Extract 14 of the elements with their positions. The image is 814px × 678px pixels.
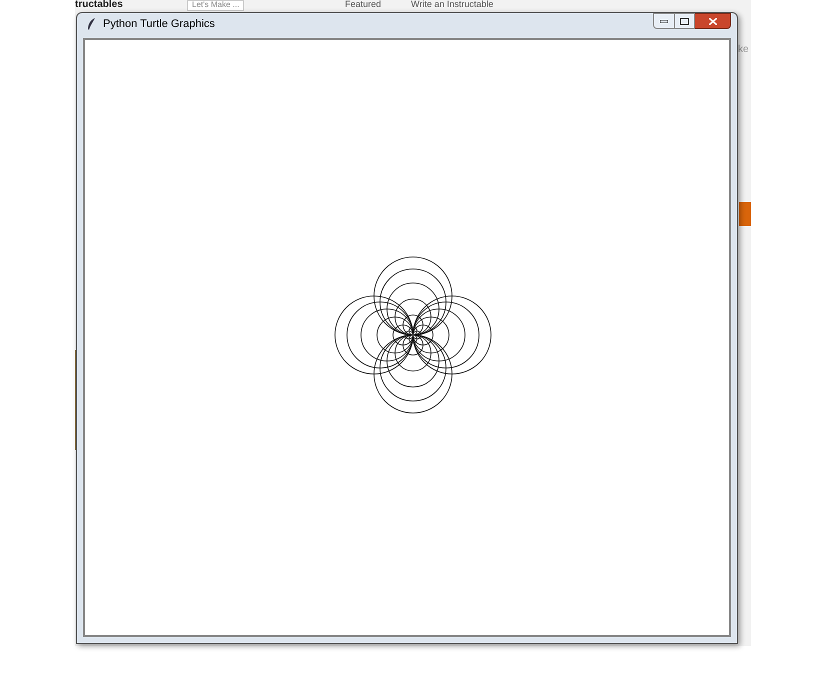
nav-link[interactable]: Featured [345,0,382,9]
maximize-icon [680,18,689,24]
close-button[interactable] [695,13,731,29]
site-logo: tructables [75,0,123,10]
maximize-button[interactable] [675,13,695,29]
button-edge [739,202,751,226]
nav-link[interactable]: Write an Instructable [411,0,494,9]
feather-icon [87,18,97,30]
window-title: Python Turtle Graphics [103,16,215,32]
search-field[interactable]: Let's Make ... [187,0,244,11]
close-icon [708,18,716,24]
minimize-button[interactable] [653,13,675,29]
minimize-icon [660,20,668,22]
sidebar-text: ke [738,43,749,57]
